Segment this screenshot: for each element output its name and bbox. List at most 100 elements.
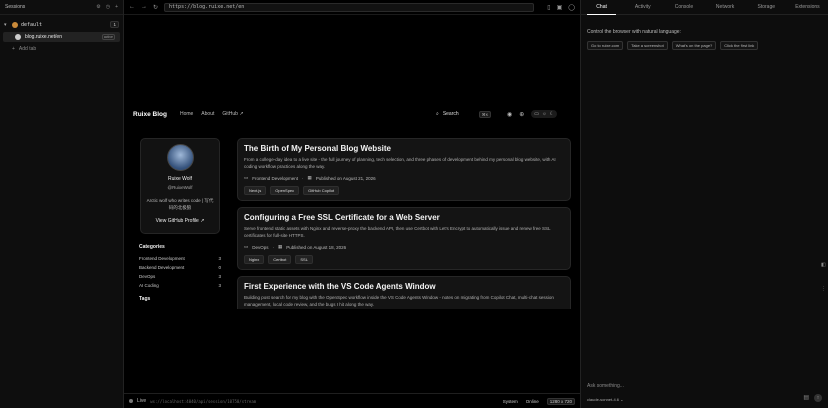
- post-category[interactable]: DevOps: [252, 245, 268, 250]
- post-card[interactable]: Configuring a Free SSL Certificate for a…: [237, 207, 571, 270]
- nav-github[interactable]: GitHub ↗: [222, 111, 243, 117]
- session-tab[interactable]: blog.ruixe.net/en active: [3, 32, 120, 42]
- language-icon[interactable]: ⊕: [519, 111, 524, 118]
- category-item[interactable]: Backend Development 0: [139, 265, 221, 274]
- categories-section: Categories Frontend Development 3 Backen…: [139, 244, 221, 292]
- meta-separator: ·: [272, 244, 275, 250]
- add-session-icon[interactable]: +: [115, 4, 118, 10]
- nav-home[interactable]: Home: [180, 111, 193, 117]
- calendar-icon: ▦: [278, 244, 283, 249]
- sessions-header: Sessions ⚙ ◷ +: [0, 0, 123, 15]
- url-input[interactable]: https://blog.ruixe.net/en: [164, 2, 535, 12]
- post-card[interactable]: The Birth of My Personal Blog Website Fr…: [237, 138, 571, 201]
- tag[interactable]: OpenSpec: [270, 186, 300, 195]
- calendar-icon: ▦: [307, 175, 312, 180]
- post-meta: ▭ DevOps · ▦ Published on August 18, 202…: [244, 244, 564, 250]
- group-name: default: [21, 21, 43, 28]
- dots-icon[interactable]: ⋮: [821, 286, 826, 292]
- blog-search-button[interactable]: ⌕ Search ⌘K: [436, 110, 492, 118]
- profile-card: Ruixe Wolf @RuixeWolf Arctic wolf who wr…: [140, 138, 220, 234]
- moon-icon[interactable]: ☾: [550, 111, 554, 117]
- category-count: 3: [218, 283, 221, 288]
- tags-title: Tags: [139, 296, 151, 302]
- extension-icon[interactable]: ◧: [821, 262, 826, 268]
- rss-icon[interactable]: ◉: [507, 111, 512, 118]
- tab-console[interactable]: Console: [663, 0, 704, 14]
- search-icon: ⌕: [436, 111, 439, 117]
- network-status[interactable]: Online: [526, 399, 539, 404]
- post-title[interactable]: The Birth of My Personal Blog Website: [244, 144, 564, 153]
- category-item[interactable]: AI Coding 3: [139, 283, 221, 292]
- browser-viewport: ← → ↻ https://blog.ruixe.net/en ▯ ▣ ◯ Ru…: [124, 0, 580, 408]
- reload-icon[interactable]: ↻: [153, 4, 158, 11]
- sun-icon[interactable]: ☼: [542, 111, 547, 117]
- post-title[interactable]: Configuring a Free SSL Certificate for a…: [244, 213, 564, 222]
- post-description: Serve frontend static assets with Nginx …: [244, 226, 551, 238]
- chat-hint: Control the browser with natural languag…: [587, 29, 681, 35]
- address-bar: ← → ↻ https://blog.ruixe.net/en ▯ ▣ ◯: [124, 0, 580, 15]
- tab-status-badge: active: [101, 34, 115, 40]
- globe-icon: [15, 34, 21, 40]
- suggestion-chip[interactable]: Click the first link: [720, 41, 759, 50]
- category-item[interactable]: Frontend Development 3: [139, 256, 221, 265]
- tab-network[interactable]: Network: [705, 0, 746, 14]
- post-card[interactable]: First Experience with the VS Code Agents…: [237, 276, 571, 309]
- sessions-sidebar: Sessions ⚙ ◷ + ▾ default 1 blog.ruixe.ne…: [0, 0, 124, 408]
- category-name: AI Coding: [139, 283, 159, 288]
- post-title[interactable]: First Experience with the VS Code Agents…: [244, 282, 564, 291]
- category-name: DevOps: [139, 274, 156, 279]
- back-icon[interactable]: ←: [129, 4, 135, 10]
- add-tab-label: Add tab: [18, 45, 37, 52]
- monitor-icon[interactable]: ▭: [534, 111, 539, 117]
- tab-activity[interactable]: Activity: [622, 0, 663, 14]
- attach-icon[interactable]: ▤: [803, 394, 809, 402]
- history-icon[interactable]: ◷: [106, 4, 110, 10]
- meta-separator: ·: [302, 175, 304, 181]
- sessions-title: Sessions: [5, 4, 26, 10]
- suggestion-chips: Go to ruixe.com Take a screenshot What's…: [587, 41, 828, 50]
- suggestion-chip[interactable]: Go to ruixe.com: [587, 41, 624, 50]
- plus-icon: +: [12, 45, 15, 52]
- tag[interactable]: Next.js: [244, 186, 267, 195]
- category-count: 3: [218, 274, 221, 279]
- group-count-badge: 1: [110, 21, 119, 28]
- tag[interactable]: GitHub Copilot: [303, 186, 340, 195]
- tab-storage[interactable]: Storage: [746, 0, 787, 14]
- nav-about[interactable]: About: [201, 111, 214, 117]
- profile-name: Ruixe Wolf: [167, 176, 193, 182]
- tab-chat[interactable]: Chat: [581, 0, 622, 15]
- categories-title: Categories: [139, 244, 165, 250]
- theme-toggle[interactable]: ▭ ☼ ☾: [531, 110, 558, 118]
- chevron-down-icon[interactable]: ▾: [4, 22, 12, 28]
- settings-icon[interactable]: ⚙: [96, 4, 100, 10]
- category-count: 3: [218, 256, 221, 261]
- blog-navbar: Ruixe Blog Home About GitHub ↗ ⌕ Search …: [124, 107, 580, 121]
- system-theme[interactable]: System: [503, 399, 518, 404]
- chat-input[interactable]: Ask something...: [587, 383, 624, 389]
- post-meta: ▭ Frontend Development · ▦ Published on …: [244, 175, 564, 181]
- add-tab-button[interactable]: + Add tab: [0, 43, 123, 54]
- profile-bio: Arctic wolf who writes code | 写代码的北极狼: [146, 198, 214, 210]
- tab-extensions[interactable]: Extensions: [787, 0, 828, 14]
- tag[interactable]: Nginx: [244, 255, 265, 264]
- model-select[interactable]: claude-sonnet-4.6 ⌄: [587, 397, 623, 402]
- resolution-select[interactable]: 1280 x 720: [546, 397, 575, 405]
- forward-icon[interactable]: →: [141, 4, 147, 10]
- suggestion-chip[interactable]: Take a screenshot: [627, 41, 668, 50]
- post-description: Building post search for my blog with th…: [244, 295, 554, 307]
- screenshot-icon[interactable]: ▣: [557, 4, 563, 11]
- avatar: [12, 21, 18, 28]
- tag[interactable]: Certbot: [268, 255, 292, 264]
- category-item[interactable]: DevOps 3: [139, 274, 221, 283]
- document-icon[interactable]: ▯: [547, 4, 550, 11]
- agent-panel: Chat Activity Console Network Storage Ex…: [580, 0, 828, 408]
- send-button[interactable]: ↑: [814, 394, 822, 402]
- suggestion-chip[interactable]: What's on the page?: [671, 41, 717, 50]
- tag[interactable]: SSL: [295, 255, 313, 264]
- category-name: Frontend Development: [139, 256, 185, 261]
- post-category[interactable]: Frontend Development: [252, 176, 298, 181]
- globe-icon[interactable]: ◯: [568, 4, 575, 11]
- blog-brand[interactable]: Ruixe Blog: [133, 111, 167, 118]
- session-group[interactable]: ▾ default 1: [0, 18, 123, 31]
- github-profile-link[interactable]: View GitHub Profile ↗: [156, 218, 205, 224]
